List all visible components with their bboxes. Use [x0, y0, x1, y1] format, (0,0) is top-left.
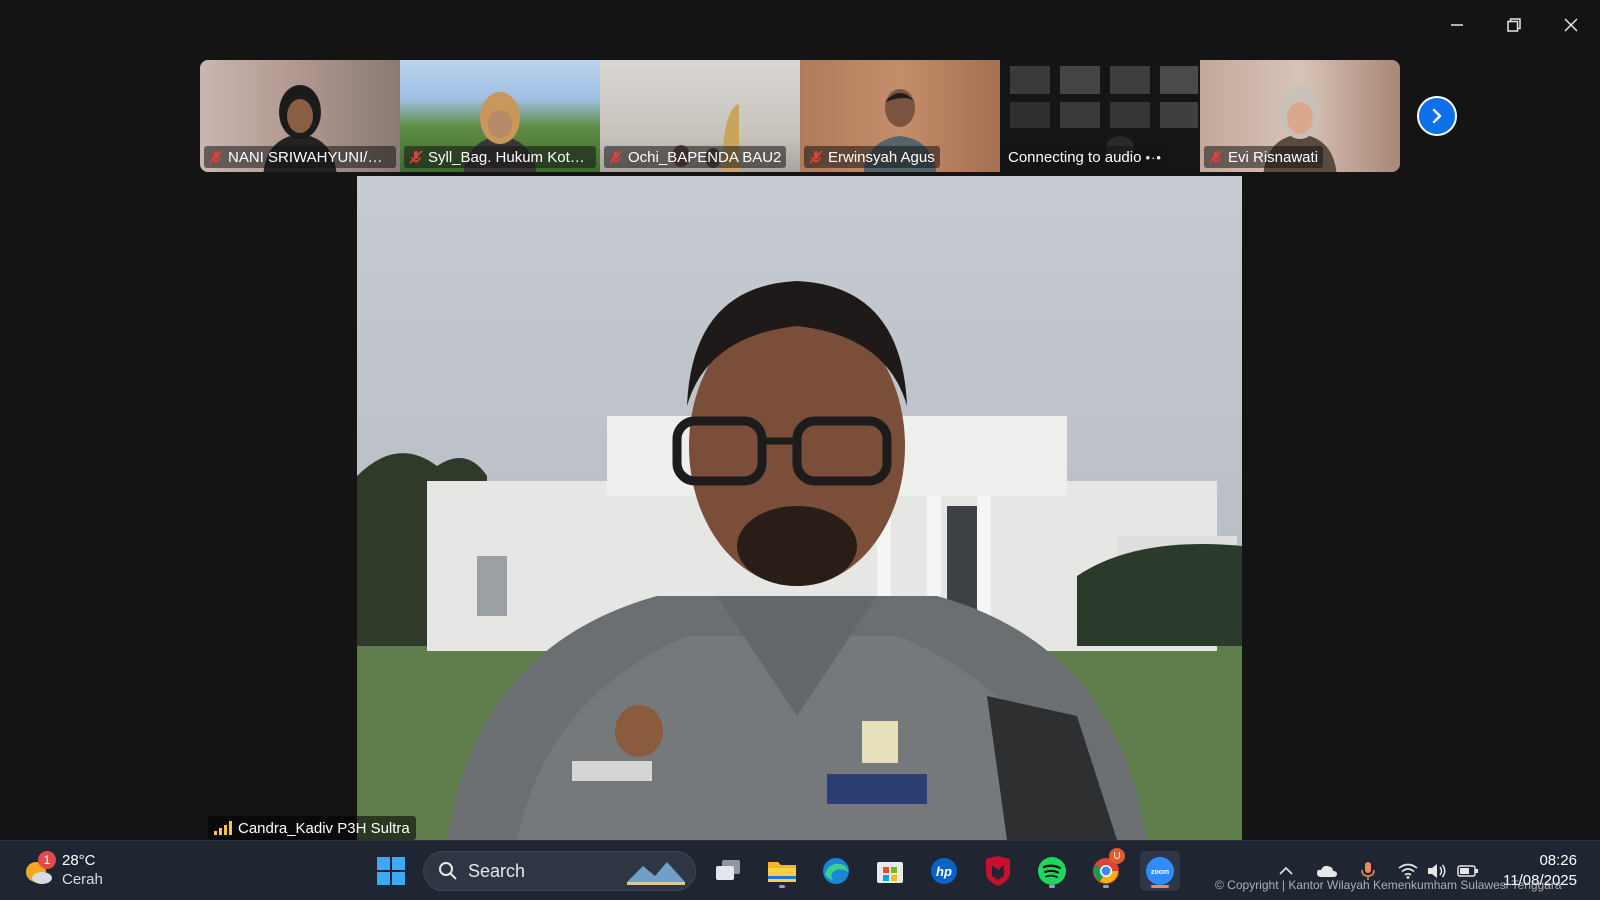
restore-button[interactable] [1496, 10, 1532, 40]
search-icon [439, 862, 457, 880]
minimize-icon [1451, 24, 1463, 26]
clock-time: 08:26 [1539, 852, 1577, 869]
participant-tile[interactable]: Connecting to audio •·• [1000, 60, 1200, 172]
zoom-button[interactable]: zoom [1140, 851, 1180, 891]
participant-namebar: Connecting to audio •·• [1004, 146, 1167, 168]
battery-icon [1457, 865, 1478, 877]
weather-icon: 1 [22, 851, 56, 886]
running-indicator [1151, 885, 1169, 888]
running-indicator [779, 885, 785, 888]
task-view-icon [716, 860, 740, 880]
chevron-right-icon [1432, 108, 1442, 124]
active-speaker-video [357, 176, 1242, 840]
participant-name: Erwinsyah Agus [828, 148, 935, 166]
windows-logo-icon [377, 857, 405, 885]
search-placeholder: Search [468, 860, 526, 881]
restore-icon [1507, 18, 1521, 32]
participant-namebar: Syll_Bag. Hukum Kota ... [404, 146, 596, 168]
signal-strength-icon [214, 821, 232, 835]
close-button[interactable] [1553, 10, 1589, 40]
mic-muted-icon [409, 150, 423, 164]
participant-name: Syll_Bag. Hukum Kota ... [428, 148, 591, 166]
participant-tile[interactable]: Syll_Bag. Hukum Kota ... [400, 60, 600, 172]
zoom-meeting-window: NANI SRIWAHYUNI/KA... Syll_Bag. Hukum Ko… [0, 0, 1600, 840]
participant-name: Ochi_BAPENDA BAU2 [628, 148, 782, 166]
participant-namebar: Evi Risnawati [1204, 146, 1324, 168]
spotify-icon [1038, 857, 1066, 885]
participant-tile[interactable]: Evi Risnawati [1200, 60, 1400, 172]
spotify-button[interactable] [1032, 851, 1072, 891]
mic-muted-icon [1209, 150, 1223, 164]
participant-namebar: Ochi_BAPENDA BAU2 [604, 146, 787, 168]
participant-name: Evi Risnawati [1228, 148, 1319, 166]
mcafee-shield-icon [986, 856, 1010, 886]
zoom-icon: zoom [1146, 857, 1174, 885]
edge-button[interactable] [816, 851, 856, 891]
weather-temperature: 28°C [62, 852, 96, 869]
chevron-up-icon [1279, 866, 1293, 875]
weather-condition: Cerah [62, 871, 103, 888]
participant-tile[interactable]: Erwinsyah Agus [800, 60, 1000, 172]
edge-icon [823, 858, 849, 884]
start-button[interactable] [371, 851, 411, 891]
svg-text:zoom: zoom [1151, 869, 1169, 876]
task-view-button[interactable] [708, 851, 748, 891]
search-highlight-icon [627, 862, 685, 885]
mic-muted-icon [209, 150, 223, 164]
speaker-video-frame [357, 176, 1242, 840]
participant-name: Connecting to audio [1008, 148, 1142, 166]
participant-namebar: Erwinsyah Agus [804, 146, 940, 168]
active-speaker-name: Candra_Kadiv P3H Sultra [238, 819, 410, 837]
wifi-icon [1398, 863, 1418, 879]
participant-strip: NANI SRIWAHYUNI/KA... Syll_Bag. Hukum Ko… [200, 60, 1400, 172]
running-indicator [1049, 885, 1055, 888]
store-icon [877, 862, 903, 883]
chrome-profile-badge: U [1109, 848, 1125, 864]
active-speaker-label: Candra_Kadiv P3H Sultra [208, 816, 416, 840]
participant-namebar: NANI SRIWAHYUNI/KA... [204, 146, 396, 168]
hp-logo-icon: hp [931, 858, 957, 884]
mic-muted-icon [809, 150, 823, 164]
weather-widget[interactable]: 1 28°C Cerah [22, 851, 103, 889]
microsoft-store-button[interactable] [870, 851, 910, 891]
connecting-dots-icon: •·• [1145, 149, 1162, 165]
running-indicator [1103, 885, 1109, 888]
cloud-icon [1317, 865, 1337, 877]
close-icon [1564, 18, 1578, 32]
taskbar-search[interactable]: Search [423, 851, 696, 891]
svg-text:hp: hp [936, 864, 952, 879]
chrome-button[interactable]: U [1086, 848, 1126, 891]
notification-badge: 1 [38, 851, 56, 869]
file-explorer-button[interactable] [762, 851, 802, 891]
next-participants-button[interactable] [1417, 96, 1457, 136]
speaker-icon [1428, 864, 1446, 878]
hp-button[interactable]: hp [924, 851, 964, 891]
copyright-watermark: © Copyright | Kantor Wilayah Kemenkumham… [1215, 878, 1562, 892]
participant-name: NANI SRIWAHYUNI/KA... [228, 148, 391, 166]
mcafee-button[interactable] [978, 851, 1018, 891]
folder-icon [768, 862, 796, 882]
mic-muted-icon [609, 150, 623, 164]
minimize-button[interactable] [1439, 10, 1475, 40]
participant-tile[interactable]: NANI SRIWAHYUNI/KA... [200, 60, 400, 172]
participant-tile[interactable]: Ochi_BAPENDA BAU2 [600, 60, 800, 172]
